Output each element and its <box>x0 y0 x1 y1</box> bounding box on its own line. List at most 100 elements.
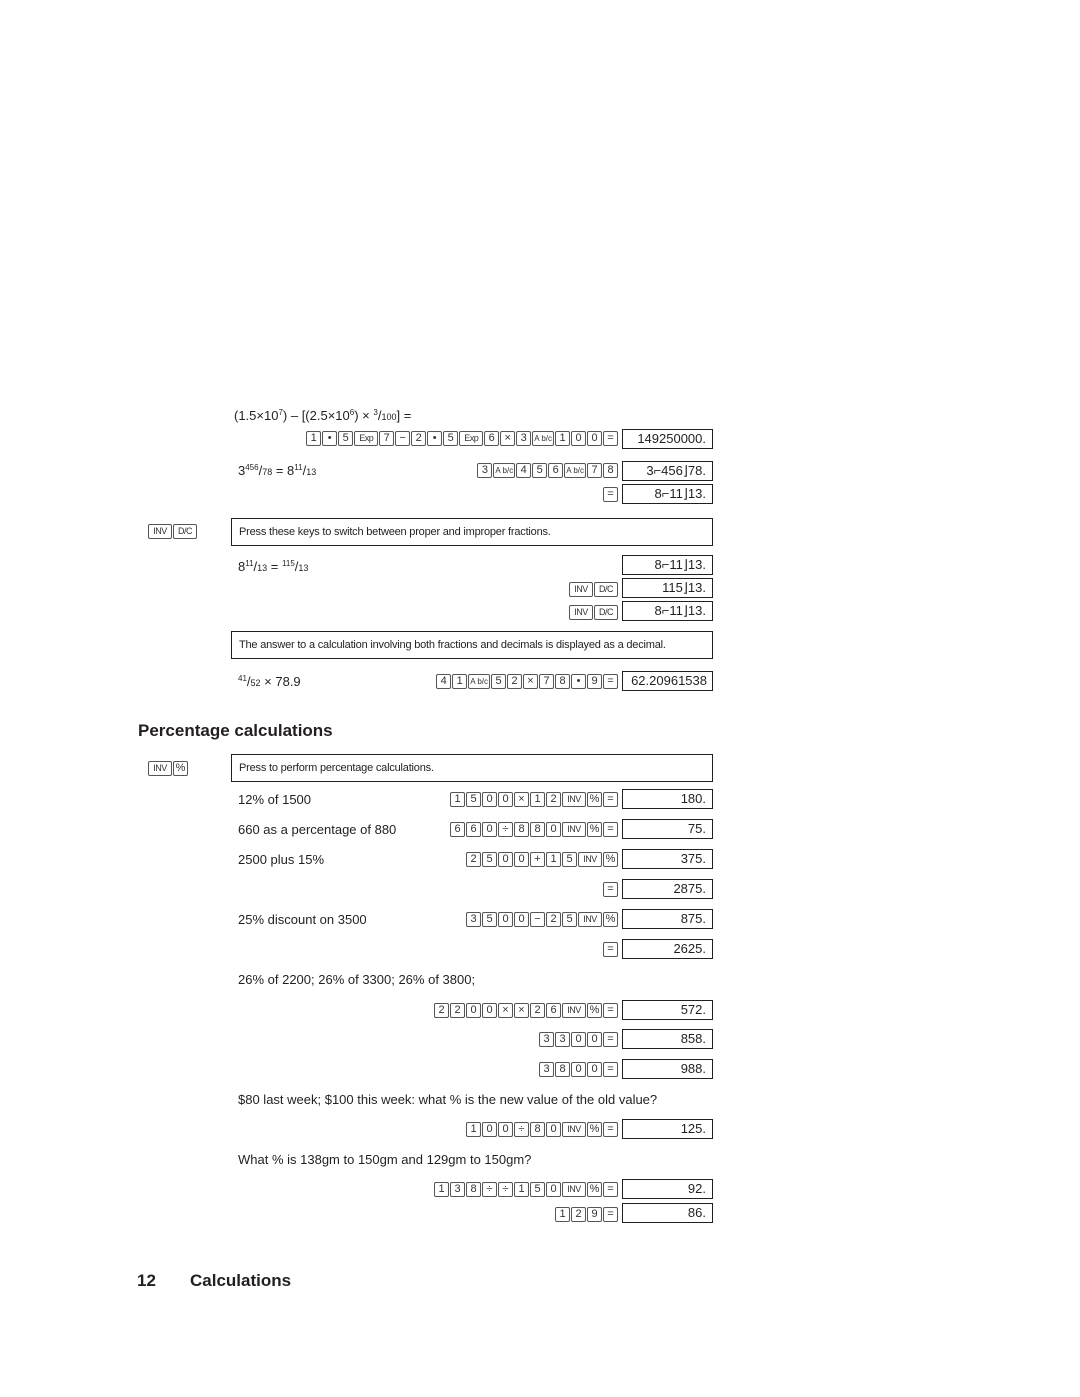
digit-4-key: 4 <box>436 674 452 689</box>
expr-den: 100 <box>381 412 397 422</box>
calculator-display: 180. <box>622 789 713 809</box>
digit-8-key: 8 <box>555 674 570 689</box>
inv-key: INV <box>578 852 602 867</box>
digit-0-key: 0 <box>498 912 513 927</box>
divide-key: ÷ <box>498 822 513 837</box>
digit-5-key: 5 <box>530 1182 545 1197</box>
expr-part: = <box>267 559 283 574</box>
digit-5-key: 5 <box>482 912 497 927</box>
digit-2-key: 2 <box>546 792 561 807</box>
example3-expression: 811/13 = 115/13 <box>238 559 308 576</box>
digit-9-key: 9 <box>587 674 602 689</box>
digit-1-key: 1 <box>306 431 322 446</box>
digit-9-key: 9 <box>587 1207 602 1222</box>
fraction-key: A b/c <box>564 463 586 478</box>
percent-key: % <box>587 1122 602 1137</box>
inv-key: INV <box>578 912 602 927</box>
calculator-display: 86. <box>622 1203 713 1223</box>
digit-1-key: 1 <box>530 792 545 807</box>
digit-0-key: 0 <box>482 822 497 837</box>
key-sequence: 41A b/c 5 2 × 7 8 • 9 = <box>436 674 618 689</box>
multiply-key: × <box>514 792 529 807</box>
multiply-key: × <box>500 431 516 446</box>
key-sequence: INV D/C <box>569 605 618 620</box>
digit-3-key: 3 <box>555 1032 570 1047</box>
digit-3-key: 3 <box>466 912 481 927</box>
percent-key: % <box>603 852 618 867</box>
fraction-key: A b/c <box>493 463 516 478</box>
key-sequence: = <box>603 487 618 502</box>
equals-key: = <box>603 1032 618 1047</box>
digit-5-key: 5 <box>482 852 497 867</box>
percent-key: % <box>173 761 188 776</box>
digit-7-key: 7 <box>539 674 554 689</box>
key-sequence: 3 5 0 0−2 5 INV% <box>466 912 618 927</box>
equals-key: = <box>603 822 618 837</box>
expr-part: ) × <box>354 408 374 423</box>
digit-2-key: 2 <box>546 912 561 927</box>
inv-key: INV <box>562 1122 586 1137</box>
digit-0-key: 0 <box>482 1122 497 1137</box>
calculator-display: 988. <box>622 1059 713 1079</box>
digit-1-key: 1 <box>434 1182 449 1197</box>
digit-0-key: 0 <box>571 1062 586 1077</box>
percent-key: % <box>587 792 602 807</box>
key-sequence: INV D/C <box>569 582 618 597</box>
expr-num: 115 <box>282 559 295 568</box>
digit-5-key: 5 <box>338 431 354 446</box>
example-label: 12% of 1500 <box>238 792 312 807</box>
calculator-display: 149250000. <box>622 429 713 449</box>
calculator-display: 375. <box>622 849 713 869</box>
digit-2-key: 2 <box>450 1003 465 1018</box>
digit-0-key: 0 <box>482 1003 497 1018</box>
exp-key: Exp <box>459 431 484 446</box>
key-sequence: 1 • 5 Exp 7−2 • 5 Exp 6 × 3 A b/c 1 0 0 = <box>306 431 618 446</box>
digit-1-key: 1 <box>450 792 465 807</box>
inv-key: INV <box>148 761 172 776</box>
calculator-display: 8⌐11⌋13. <box>622 601 713 621</box>
digit-3-key: 3 <box>516 431 532 446</box>
digit-0-key: 0 <box>587 1032 602 1047</box>
digit-0-key: 0 <box>482 792 497 807</box>
inv-key: INV <box>562 1003 586 1018</box>
digit-5-key: 5 <box>443 431 459 446</box>
digit-5-key: 5 <box>491 674 506 689</box>
digit-0-key: 0 <box>466 1003 481 1018</box>
digit-0-key: 0 <box>546 822 561 837</box>
equals-key: = <box>603 942 618 957</box>
expr-den: 13 <box>306 467 317 477</box>
fraction-key: A b/c <box>468 674 490 689</box>
digit-2-key: 2 <box>466 852 481 867</box>
digit-8-key: 8 <box>530 822 545 837</box>
digit-8-key: 8 <box>603 463 618 478</box>
digit-1-key: 1 <box>466 1122 481 1137</box>
expr-num: 11 <box>294 463 303 472</box>
page-number: 12 <box>137 1271 156 1290</box>
equals-key: = <box>603 882 618 897</box>
digit-6-key: 6 <box>450 822 465 837</box>
calculator-display: 125. <box>622 1119 713 1139</box>
week-label: $80 last week; $100 this week: what % is… <box>238 1092 658 1107</box>
key-sequence: 1 2 9 = <box>555 1207 618 1222</box>
digit-5-key: 5 <box>466 792 481 807</box>
expr-den: 13 <box>257 563 268 573</box>
info-note: The answer to a calculation involving bo… <box>231 631 713 659</box>
gm-label: What % is 138gm to 150gm and 129gm to 15… <box>238 1152 532 1167</box>
digit-0-key: 0 <box>546 1182 561 1197</box>
divide-key: ÷ <box>498 1182 513 1197</box>
minus-key: − <box>395 431 411 446</box>
example1-expression: (1.5×107) – [(2.5×106) × 3/100] = <box>234 408 411 425</box>
percent-key: % <box>587 1182 602 1197</box>
key-sequence: 2 5 0 0 +1 5 INV% <box>466 852 618 867</box>
inv-key: INV <box>562 1182 586 1197</box>
digit-4-key: 4 <box>516 463 532 478</box>
digit-5-key: 5 <box>532 463 548 478</box>
calculator-display: 2875. <box>622 879 713 899</box>
inv-key: INV <box>148 524 172 539</box>
digit-7-key: 7 <box>587 463 602 478</box>
digit-3-key: 3 <box>477 463 493 478</box>
digit-1-key: 1 <box>452 674 468 689</box>
expr-num: 11 <box>245 559 254 568</box>
digit-0-key: 0 <box>514 852 529 867</box>
key-sequence: 3A b/c 4 5 6 A b/c 7 8 <box>477 463 618 478</box>
